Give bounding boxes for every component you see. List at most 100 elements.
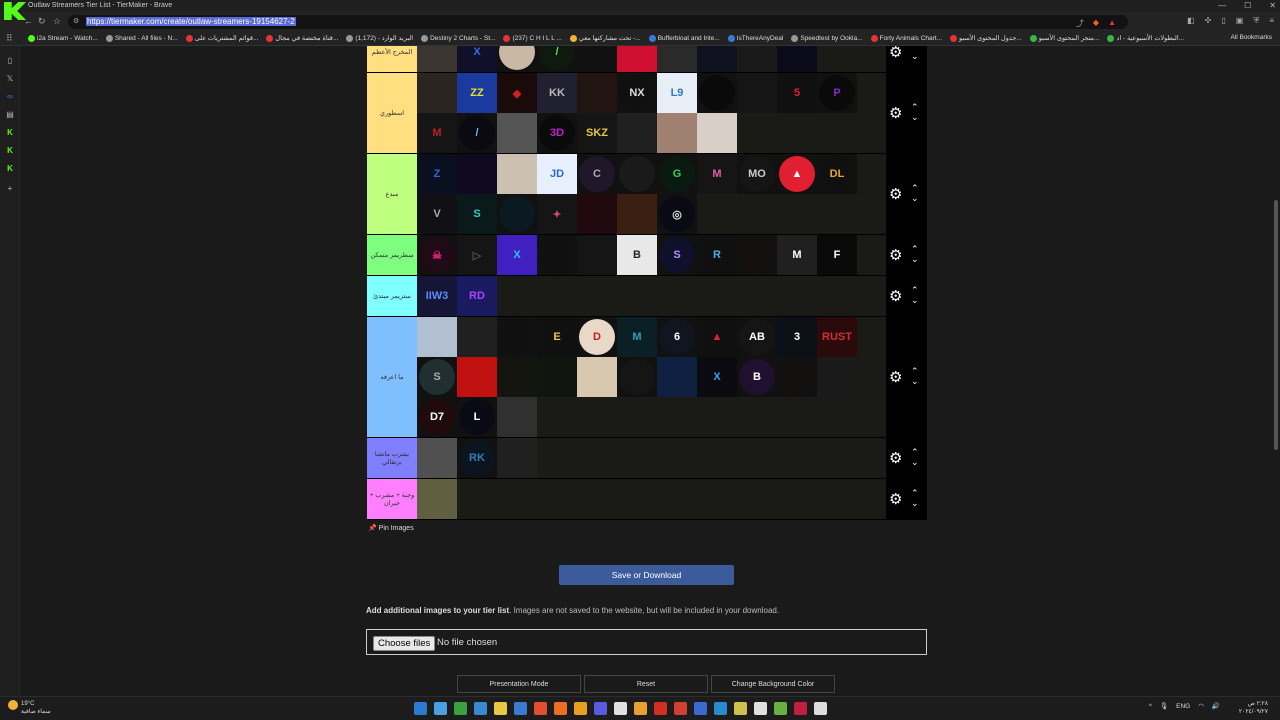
kick-icon[interactable]: K	[5, 146, 15, 155]
streamer-thumbnail[interactable]: ▲	[697, 317, 737, 357]
taskbar-app-icon[interactable]	[794, 702, 807, 715]
brave-shields-icon[interactable]: ◆	[1093, 18, 1099, 29]
streamer-thumbnail[interactable]: E	[537, 317, 577, 357]
tray-chevron-icon[interactable]: ^	[1149, 703, 1152, 710]
streamer-thumbnail[interactable]	[497, 194, 537, 234]
streamer-thumbnail[interactable]: V	[417, 194, 457, 234]
back-icon[interactable]: ←	[24, 16, 33, 26]
weather-widget[interactable]: 19°C سماء صافية	[8, 700, 51, 716]
tier-label[interactable]: اسطوري	[367, 73, 417, 153]
tier-settings-icon[interactable]: ⚙	[889, 490, 902, 508]
taskbar-app-icon[interactable]	[594, 702, 607, 715]
streamer-thumbnail[interactable]: AB	[737, 317, 777, 357]
streamer-thumbnail[interactable]: ◎	[657, 194, 697, 234]
move-down-icon[interactable]: ⌄	[911, 112, 919, 123]
tier-label[interactable]: يشرب ماتشا برتقالي	[367, 438, 417, 478]
tier-label[interactable]: المخرج الأعظم	[367, 46, 417, 72]
streamer-thumbnail[interactable]	[697, 113, 737, 153]
taskbar-app-icon[interactable]	[694, 702, 707, 715]
taskbar-app-icon[interactable]	[734, 702, 747, 715]
streamer-thumbnail[interactable]: 3D	[537, 113, 577, 153]
tier-settings-icon[interactable]: ⚙	[889, 104, 902, 122]
streamer-thumbnail[interactable]: D7	[417, 397, 457, 437]
apps-icon[interactable]: ⠿	[6, 33, 13, 44]
streamer-thumbnail[interactable]	[417, 479, 457, 519]
streamer-thumbnail[interactable]	[497, 46, 537, 72]
vpn-icon[interactable]: ⛨	[1253, 16, 1259, 26]
tier-label[interactable]: ستريمر مبتدئ	[367, 276, 417, 316]
streamer-thumbnail[interactable]: B	[617, 235, 657, 275]
taskbar-app-icon[interactable]	[674, 702, 687, 715]
streamer-thumbnail[interactable]	[577, 357, 617, 397]
bookmark-item[interactable]: Shared - All files - N...	[105, 34, 178, 42]
streamer-thumbnail[interactable]: RD	[457, 276, 497, 316]
sidebar-panel-icon[interactable]: ▯	[5, 56, 15, 65]
change-background-button[interactable]: Change Background Color	[711, 675, 835, 693]
x-twitter-icon[interactable]: 𝕏	[5, 74, 15, 83]
wifi-icon[interactable]: ◠	[1198, 702, 1204, 710]
tier-label[interactable]: وجبة + مشرب + جيران	[367, 479, 417, 519]
bookmark-item[interactable]: قناة مختصة في مجال...	[266, 34, 338, 42]
streamer-thumbnail[interactable]: /	[537, 46, 577, 72]
streamer-thumbnail[interactable]	[537, 235, 577, 275]
streamer-thumbnail[interactable]: IIW3	[417, 276, 457, 316]
taskbar-app-icon[interactable]	[454, 702, 467, 715]
streamer-thumbnail[interactable]	[697, 73, 737, 113]
streamer-thumbnail[interactable]: S	[657, 235, 697, 275]
taskbar-app-icon[interactable]	[494, 702, 507, 715]
taskbar-app-icon[interactable]	[814, 702, 827, 715]
volume-icon[interactable]: 🔊	[1212, 702, 1220, 710]
tier-settings-icon[interactable]: ⚙	[889, 368, 902, 386]
streamer-thumbnail[interactable]: M	[697, 154, 737, 194]
streamer-thumbnail[interactable]	[417, 317, 457, 357]
streamer-thumbnail[interactable]	[577, 194, 617, 234]
move-down-icon[interactable]: ⌄	[911, 498, 919, 509]
streamer-thumbnail[interactable]	[497, 317, 537, 357]
share-icon[interactable]: ⤴	[1076, 18, 1084, 29]
streamer-thumbnail[interactable]: KK	[537, 73, 577, 113]
chat-icon[interactable]: ∞	[5, 92, 15, 101]
streamer-thumbnail[interactable]	[617, 154, 657, 194]
taskbar-app-icon[interactable]	[774, 702, 787, 715]
sidebar-toggle-icon[interactable]: ▯	[1221, 16, 1225, 26]
streamer-thumbnail[interactable]	[657, 113, 697, 153]
bookmark-item[interactable]: البريد الوارد - (1,172)	[346, 34, 413, 42]
streamer-thumbnail[interactable]	[457, 357, 497, 397]
reset-button[interactable]: Reset	[584, 675, 708, 693]
streamer-thumbnail[interactable]: B	[737, 357, 777, 397]
streamer-thumbnail[interactable]	[417, 73, 457, 113]
streamer-thumbnail[interactable]	[497, 113, 537, 153]
move-down-icon[interactable]: ⌄	[911, 51, 919, 62]
streamer-thumbnail[interactable]: 3	[777, 317, 817, 357]
taskbar-app-icon[interactable]	[434, 702, 447, 715]
streamer-thumbnail[interactable]: 5	[777, 73, 817, 113]
streamer-thumbnail[interactable]: D	[577, 317, 617, 357]
streamer-thumbnail[interactable]: MO	[737, 154, 777, 194]
move-down-icon[interactable]: ⌄	[911, 295, 919, 306]
streamer-thumbnail[interactable]	[577, 46, 617, 72]
bookmark-item[interactable]: Destiny 2 Charts - St...	[421, 34, 495, 42]
file-input[interactable]: Choose files No file chosen	[366, 629, 927, 655]
bookmark-item[interactable]: Bufferbloat and Inte...	[648, 34, 720, 42]
minimize-icon[interactable]: —	[1218, 1, 1226, 10]
brave-rewards-icon[interactable]: ▲	[1108, 18, 1116, 29]
tier-settings-icon[interactable]: ⚙	[889, 46, 902, 61]
streamer-thumbnail[interactable]: S	[417, 357, 457, 397]
streamer-thumbnail[interactable]: RK	[457, 438, 497, 478]
streamer-thumbnail[interactable]	[497, 438, 537, 478]
streamer-thumbnail[interactable]	[457, 154, 497, 194]
tier-settings-icon[interactable]: ⚙	[889, 246, 902, 264]
streamer-thumbnail[interactable]	[617, 46, 657, 72]
streamer-thumbnail[interactable]	[457, 317, 497, 357]
taskbar-app-icon[interactable]	[574, 702, 587, 715]
streamer-thumbnail[interactable]: P	[817, 73, 857, 113]
bookmark-icon[interactable]: ☆	[53, 16, 61, 27]
streamer-thumbnail[interactable]	[697, 46, 737, 72]
language-indicator[interactable]: ENG	[1176, 703, 1190, 710]
url-text[interactable]: https://tiermaker.com/create/outlaw-stre…	[86, 17, 296, 26]
tier-label[interactable]: سطريمر متمكن	[367, 235, 417, 275]
streamer-thumbnail[interactable]	[617, 194, 657, 234]
streamer-thumbnail[interactable]: /	[457, 113, 497, 153]
streamer-thumbnail[interactable]: DL	[817, 154, 857, 194]
streamer-thumbnail[interactable]	[657, 357, 697, 397]
